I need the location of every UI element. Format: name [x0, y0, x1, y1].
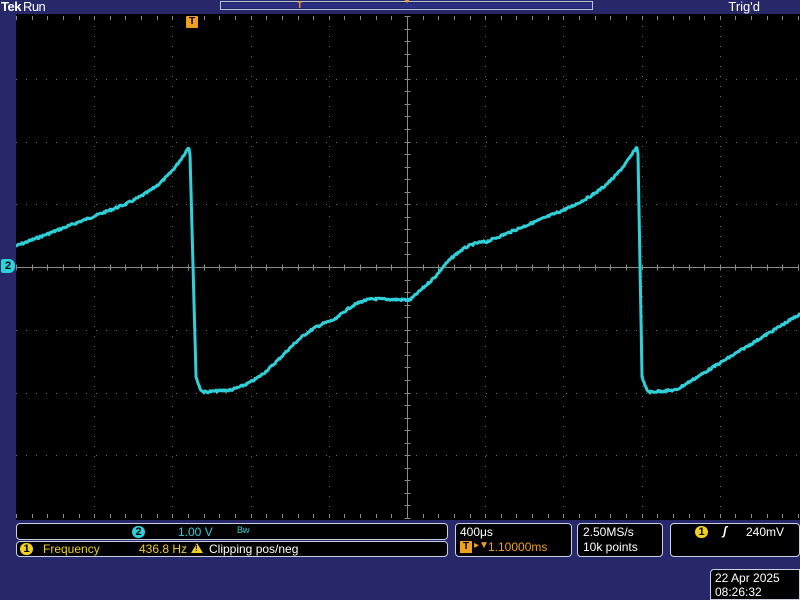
time-display: 08:26:32	[715, 585, 762, 599]
channel-2-marker-icon[interactable]: 2	[1, 259, 15, 273]
record-length: 10k points	[583, 540, 638, 554]
trigger-state: Trig'd	[728, 0, 760, 14]
measurement-value: 436.8 Hz	[139, 542, 188, 556]
trigger-panel[interactable]: 1 ʃ 240mV	[670, 523, 800, 557]
acquisition-panel[interactable]: 2.50MS/s 10k points	[577, 523, 663, 557]
channel-settings-panel[interactable]: 2 1.00 V B̵w	[16, 523, 448, 540]
measurement-source-badge: 1	[20, 543, 33, 555]
brand-run-status: Tek Run	[1, 0, 46, 14]
clipping-warning: Clipping pos/neg	[209, 542, 299, 556]
trigger-position-arrow-icon: ▸▼	[474, 540, 489, 551]
time-per-division: 400μs	[460, 525, 493, 539]
brand-label: Tek	[1, 0, 21, 14]
date-display: 22 Apr 2025	[715, 571, 780, 585]
channel-2-badge: 2	[132, 526, 145, 538]
bandwidth-limit-icon: B̵w	[237, 525, 250, 535]
record-trigger-marker-icon: T	[297, 0, 303, 10]
run-state: Run	[22, 0, 46, 14]
measurement-name: Frequency	[43, 542, 100, 556]
waveform-display[interactable]	[16, 14, 800, 520]
measurement-panel[interactable]: 1 Frequency 436.8 Hz ! Clipping pos/neg	[16, 541, 448, 557]
channel-scale: 1.00 V	[178, 525, 213, 539]
horizontal-position-marker-icon[interactable]	[403, 0, 411, 3]
trigger-source-badge: 1	[695, 526, 708, 538]
trigger-position-value: 1.10000ms	[488, 540, 548, 554]
clock-panel: 22 Apr 2025 08:26:32	[710, 569, 800, 600]
trigger-slope-icon: ʃ	[723, 524, 727, 538]
timebase-panel[interactable]: 400μs T ▸▼ 1.10000ms	[455, 523, 572, 557]
trigger-marker-icon[interactable]: T	[186, 16, 198, 28]
waveform-graticule	[16, 16, 800, 519]
record-view-window[interactable]	[221, 3, 592, 8]
warning-icon-mark: !	[195, 544, 198, 553]
sample-rate: 2.50MS/s	[583, 525, 634, 539]
trigger-level: 240mV	[746, 525, 785, 539]
trigger-position-badge: T	[460, 541, 472, 553]
